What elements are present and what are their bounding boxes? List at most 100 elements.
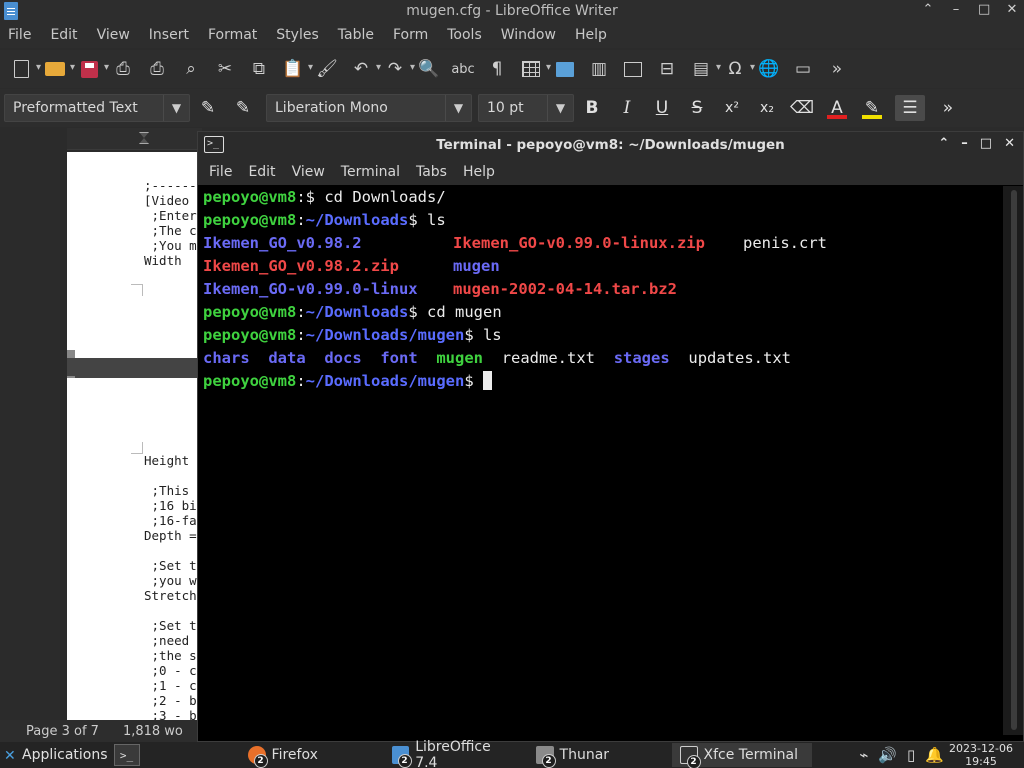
terminal-launcher-button[interactable]: >_ [113,744,140,766]
toolbar-overflow-button[interactable]: » [824,57,850,81]
menu-view[interactable]: View [97,27,130,43]
insert-table-button[interactable] [518,57,551,81]
print-preview-button[interactable]: ⌕ [178,57,204,81]
subscript-button[interactable]: x₂ [755,95,779,121]
terminal-menu-terminal[interactable]: Terminal [341,164,400,180]
strikethrough-button[interactable]: S [685,95,709,121]
document-page-3[interactable]: Height ;This ;16 bi ;16-fa Depth = ;Set … [67,378,202,720]
font-size-value: 10 pt [487,100,524,116]
network-icon[interactable]: ⌁ [859,746,868,764]
align-left-button[interactable]: ☰ [895,95,925,121]
paragraph-style-select[interactable]: Preformatted Text ▼ [4,94,190,122]
libreoffice-icon: 2 [391,746,412,768]
notification-bell-icon[interactable]: 🔔 [925,746,944,764]
indent-marker-icon[interactable] [139,132,149,144]
clock[interactable]: 2023-12-06 19:45 [946,742,1016,768]
libreoffice-window-title: mugen.cfg - LibreOffice Writer [406,3,618,19]
shade-button[interactable]: ⌃ [938,136,949,151]
terminal-menu-help[interactable]: Help [463,164,495,180]
terminal-output[interactable]: pepoyo@vm8:$ cd Downloads/pepoyo@vm8:~/D… [203,186,1003,735]
italic-button[interactable]: I [615,95,639,121]
print-button[interactable]: ⎙ [144,57,170,81]
redo-button[interactable]: ↷ [382,57,415,81]
maximize-button[interactable]: □ [980,136,992,151]
menu-window[interactable]: Window [501,27,556,43]
applications-menu-button[interactable]: ✕ Applications [0,747,108,764]
ls-entry: mugen-2002-04-14.tar.bz2 [453,280,677,298]
align-left-icon: ☰ [902,98,918,118]
volume-icon[interactable]: 🔊 [878,746,897,764]
battery-icon[interactable]: ▯ [907,746,915,764]
word-count[interactable]: 1,818 wo [123,724,183,739]
underline-button[interactable]: U [650,95,674,121]
bold-button[interactable]: B [580,95,604,121]
highlight-color-button[interactable]: ✎ [860,95,884,121]
open-button[interactable] [42,57,75,81]
terminal-scrollbar[interactable] [1003,186,1023,735]
page-count[interactable]: Page 3 of 7 [26,724,99,739]
terminal-menu-view[interactable]: View [292,164,325,180]
insert-chart-button[interactable]: ▥ [586,57,612,81]
maximize-button[interactable]: □ [978,2,990,17]
menu-format[interactable]: Format [208,27,257,43]
insert-hyperlink-button[interactable]: 🌐 [756,57,782,81]
terminal-icon[interactable]: >_ [204,136,224,153]
menu-edit[interactable]: Edit [50,27,77,43]
copy-button[interactable]: ⧉ [246,57,272,81]
font-color-button[interactable]: A [825,95,849,121]
terminal-titlebar[interactable]: >_ Terminal - pepoyo@vm8: ~/Downloads/mu… [198,132,1023,158]
chevron-down-icon[interactable]: ▼ [547,95,573,121]
task-libreoffice[interactable]: 2 LibreOffice 7.4 [384,739,524,768]
clear-formatting-button[interactable]: ⌫ [790,95,814,121]
insert-special-character-button[interactable]: Ω [722,57,756,81]
minimize-button[interactable]: – [950,2,962,17]
terminal-line: pepoyo@vm8:~/Downloads$ cd mugen [203,303,502,321]
font-size-select[interactable]: 10 pt ▼ [478,94,574,122]
close-button[interactable]: ✕ [1006,2,1018,17]
prompt-user: pepoyo@vm8 [203,326,297,344]
terminal-menu-edit[interactable]: Edit [248,164,275,180]
horizontal-ruler[interactable] [67,128,202,150]
paste-button[interactable]: 📋 [280,57,313,81]
insert-footnote-button[interactable]: ▭ [790,57,816,81]
find-replace-button[interactable]: 🔍 [416,57,442,81]
chevron-down-icon[interactable]: ▼ [445,95,471,121]
formatting-marks-button[interactable]: ¶ [484,57,510,81]
undo-button[interactable]: ↶ [348,57,381,81]
insert-image-button[interactable] [552,57,578,81]
insert-page-break-button[interactable]: ⊟ [654,57,680,81]
terminal-menu-file[interactable]: File [209,164,232,180]
menu-form[interactable]: Form [393,27,428,43]
new-document-button[interactable] [8,57,41,81]
menu-insert[interactable]: Insert [149,27,189,43]
task-firefox[interactable]: 2 Firefox [240,743,380,768]
spelling-button[interactable]: abc [450,57,476,81]
menu-styles[interactable]: Styles [276,27,318,43]
task-xfce-terminal[interactable]: 2 Xfce Terminal [671,743,812,768]
new-style-button[interactable]: ✎ [231,95,255,121]
chevron-down-icon[interactable]: ▼ [163,95,189,121]
save-button[interactable] [76,57,109,81]
terminal-menu-tabs[interactable]: Tabs [416,164,447,180]
menu-table[interactable]: Table [338,27,374,43]
superscript-button[interactable]: x² [720,95,744,121]
cut-button[interactable]: ✂ [212,57,238,81]
insert-textbox-button[interactable] [620,57,646,81]
menu-help[interactable]: Help [575,27,607,43]
minimize-button[interactable]: – [961,136,968,151]
clone-formatting-button[interactable]: 🖌 [314,57,340,81]
font-name-select[interactable]: Liberation Mono ▼ [266,94,472,122]
chart-icon: ▥ [590,59,608,79]
format-overflow-button[interactable]: » [936,95,960,121]
insert-field-button[interactable]: ▤ [688,57,721,81]
document-page-2[interactable]: ;------ [Video ;Enter ;The c ;You m Widt… [67,152,202,358]
menu-file[interactable]: File [8,27,31,43]
page-handle [67,350,75,358]
close-button[interactable]: ✕ [1004,136,1015,151]
menu-tools[interactable]: Tools [447,27,482,43]
terminal-scrollbar-thumb[interactable] [1011,190,1017,730]
export-pdf-button[interactable]: ⎙ [110,57,136,81]
minimize-icon[interactable]: ⌃ [922,2,934,17]
update-style-button[interactable]: ✎ [196,95,220,121]
task-thunar[interactable]: 2 Thunar [528,743,668,768]
